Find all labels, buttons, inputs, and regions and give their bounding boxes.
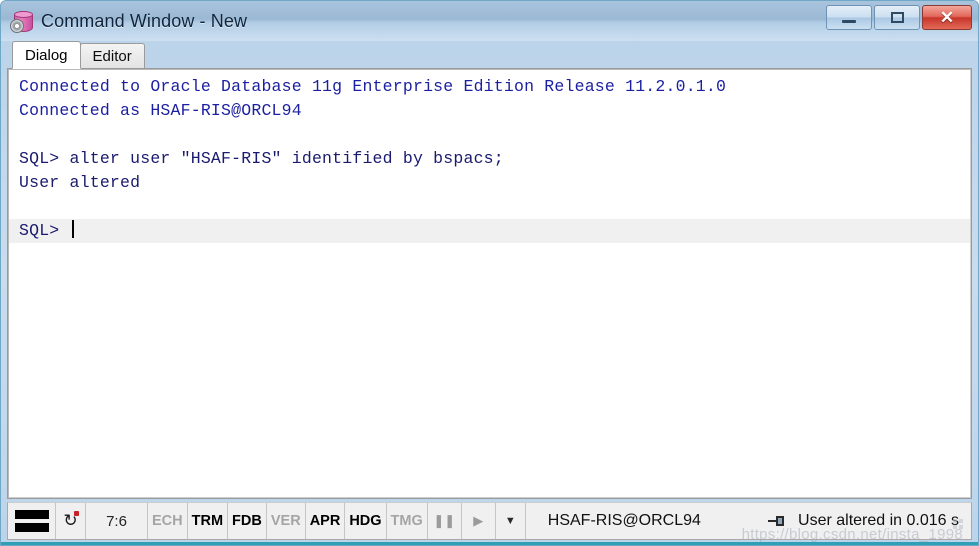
play-icon[interactable]: ▶ bbox=[462, 503, 496, 539]
status-flag-hdg[interactable]: HDG bbox=[345, 503, 387, 539]
minimize-icon bbox=[842, 20, 856, 23]
title-bar[interactable]: Command Window - New ✕ bbox=[1, 1, 978, 41]
tab-dialog[interactable]: Dialog bbox=[12, 41, 81, 69]
pin-icon bbox=[768, 515, 785, 527]
minimize-button[interactable] bbox=[826, 5, 872, 30]
connection-indicator[interactable]: HSAF-RIS@ORCL94 bbox=[526, 503, 723, 539]
database-gear-icon bbox=[9, 8, 35, 34]
tab-editor[interactable]: Editor bbox=[79, 43, 145, 69]
status-flag-ech[interactable]: ECH bbox=[148, 503, 188, 539]
window-bottom-edge bbox=[1, 542, 978, 545]
output-line: User altered bbox=[19, 173, 141, 192]
status-flag-fdb[interactable]: FDB bbox=[228, 503, 267, 539]
status-spacer bbox=[723, 503, 762, 539]
status-flag-apr[interactable]: APR bbox=[306, 503, 346, 539]
tab-strip: Dialog Editor bbox=[7, 41, 972, 69]
tab-dialog-label: Dialog bbox=[25, 46, 68, 64]
status-bar: ↻ 7:6 ECH TRM FDB VER APR HDG TMG ❚❚ ▶ ▼… bbox=[7, 502, 972, 543]
status-message: User altered in 0.016 s bbox=[762, 503, 971, 539]
maximize-icon bbox=[890, 12, 904, 23]
output-line: Connected to Oracle Database 11g Enterpr… bbox=[19, 77, 727, 96]
chevron-down-icon[interactable]: ▼ bbox=[496, 503, 526, 539]
pause-icon[interactable]: ❚❚ bbox=[428, 503, 462, 539]
window-controls: ✕ bbox=[826, 5, 972, 30]
status-flag-ver[interactable]: VER bbox=[267, 503, 306, 539]
command-prompt-line[interactable]: SQL> bbox=[9, 219, 970, 243]
close-icon: ✕ bbox=[939, 8, 955, 27]
close-button[interactable]: ✕ bbox=[922, 5, 972, 30]
refresh-icon[interactable]: ↻ bbox=[56, 503, 86, 539]
prompt-text: SQL> bbox=[19, 221, 70, 240]
command-window: Command Window - New ✕ Dialog Editor Con… bbox=[0, 0, 979, 546]
text-caret bbox=[71, 220, 74, 238]
client-area: Dialog Editor Connected to Oracle Databa… bbox=[7, 41, 972, 499]
maximize-button[interactable] bbox=[874, 5, 920, 30]
command-output-panel[interactable]: Connected to Oracle Database 11g Enterpr… bbox=[7, 68, 972, 499]
status-message-text: User altered in 0.016 s bbox=[798, 512, 959, 529]
tab-editor-label: Editor bbox=[92, 48, 132, 65]
output-line: Connected as HSAF-RIS@ORCL94 bbox=[19, 101, 302, 120]
output-line: SQL> alter user "HSAF-RIS" identified by… bbox=[19, 149, 504, 168]
status-flag-tmg[interactable]: TMG bbox=[387, 503, 428, 539]
window-title: Command Window - New bbox=[41, 10, 248, 31]
cursor-position: 7:6 bbox=[86, 503, 148, 539]
status-flag-trm[interactable]: TRM bbox=[188, 503, 229, 539]
command-output-text[interactable]: Connected to Oracle Database 11g Enterpr… bbox=[8, 69, 971, 498]
lines-icon[interactable] bbox=[8, 503, 56, 539]
